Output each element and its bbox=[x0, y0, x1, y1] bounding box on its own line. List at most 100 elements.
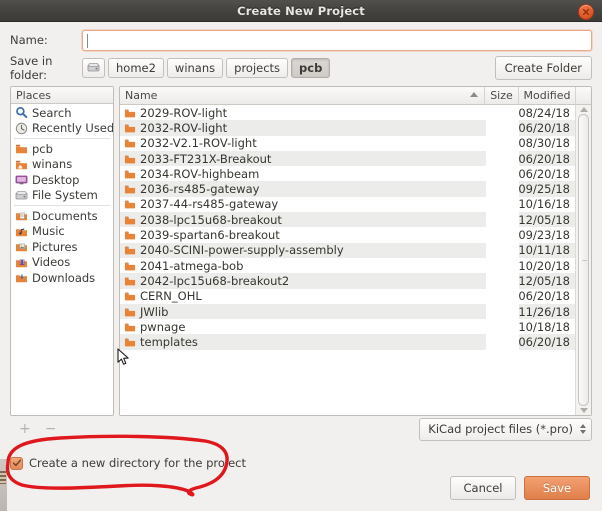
table-row[interactable]: 2040-SCINI-power-supply-assembly 10/11/18 bbox=[120, 242, 575, 258]
table-row[interactable]: 2037-44-rs485-gateway 10/16/18 bbox=[120, 196, 575, 213]
file-name-cell: templates bbox=[120, 335, 486, 349]
table-row[interactable]: CERN_OHL 06/20/18 bbox=[120, 288, 575, 304]
file-name-cell: pwnage bbox=[120, 320, 486, 334]
file-rows-container: 2029-ROV-light 08/24/18 2032-ROV-light 06/2… bbox=[120, 105, 575, 415]
file-list-header: Name Size Modified bbox=[120, 87, 591, 105]
file-modified-cell: 06/20/18 bbox=[518, 120, 570, 135]
dialog-body: Name: Save in folder: home2 winans proje… bbox=[0, 22, 602, 511]
file-type-filter-dropdown[interactable]: KiCad project files (*.pro) bbox=[419, 417, 592, 441]
table-row[interactable]: 2042-lpc15u68-breakout2 12/05/18 bbox=[120, 273, 575, 289]
folder-icon bbox=[124, 277, 136, 286]
sidebar-item-desktop[interactable]: Desktop bbox=[11, 172, 113, 188]
sidebar-item-label: winans bbox=[32, 157, 73, 172]
sidebar-item-pictures[interactable]: Pictures bbox=[11, 239, 113, 255]
file-modified-cell: 06/20/18 bbox=[518, 289, 570, 304]
desktop-background-strip bbox=[0, 459, 7, 511]
file-name-label: 2032-ROV-light bbox=[140, 120, 228, 135]
sidebar-item-winans[interactable]: winans bbox=[11, 157, 113, 173]
save-in-folder-row: Save in folder: home2 winans projects pc… bbox=[0, 49, 602, 82]
sidebar-item-search[interactable]: Search bbox=[11, 105, 113, 121]
cancel-button[interactable]: Cancel bbox=[450, 476, 516, 500]
file-modified-cell: 09/23/18 bbox=[518, 228, 570, 243]
close-icon[interactable] bbox=[578, 4, 594, 20]
add-bookmark-button[interactable]: + bbox=[19, 422, 31, 436]
table-row[interactable]: 2032-ROV-light 06/20/18 bbox=[120, 120, 575, 136]
file-name-label: 2032-V2.1-ROV-light bbox=[140, 136, 257, 151]
breadcrumb-item-projects[interactable]: projects bbox=[226, 57, 289, 78]
scrollbar-thumb[interactable] bbox=[578, 114, 589, 406]
file-name-cell: CERN_OHL bbox=[120, 289, 486, 303]
file-name-label: 2029-ROV-light bbox=[140, 105, 228, 120]
search-icon bbox=[16, 107, 28, 119]
sidebar-item-music[interactable]: Music bbox=[11, 224, 113, 240]
scrollbar-track[interactable] bbox=[578, 114, 589, 406]
sidebar-item-documents[interactable]: Documents bbox=[11, 208, 113, 224]
file-size-cell bbox=[486, 242, 519, 258]
name-label: Name: bbox=[10, 33, 48, 47]
window-title: Create New Project bbox=[237, 3, 365, 18]
table-row[interactable]: 2032-V2.1-ROV-light 08/30/18 bbox=[120, 135, 575, 151]
sidebar-item-recently-used[interactable]: Recently Used bbox=[11, 121, 113, 137]
folder-icon bbox=[124, 170, 136, 179]
close-glyph bbox=[582, 8, 590, 16]
sidebar-item-pcb[interactable]: pcb bbox=[11, 141, 113, 157]
column-header-name[interactable]: Name bbox=[120, 87, 484, 104]
save-button[interactable]: Save bbox=[524, 476, 590, 500]
file-name-cell: 2039-spartan6-breakout bbox=[120, 228, 486, 242]
file-name-label: CERN_OHL bbox=[140, 289, 202, 304]
column-header-modified[interactable]: Modified bbox=[518, 87, 575, 104]
column-header-size[interactable]: Size bbox=[484, 87, 518, 104]
places-sidebar: Places Search Recently Used pcb winans D… bbox=[10, 86, 114, 416]
browser-panes: Places Search Recently Used pcb winans D… bbox=[10, 86, 592, 416]
folder-icon bbox=[124, 308, 136, 316]
folder-icon bbox=[124, 139, 136, 148]
create-folder-button[interactable]: Create Folder bbox=[494, 55, 592, 80]
file-size-cell bbox=[486, 181, 519, 197]
table-row[interactable]: 2041-atmega-bob 10/20/18 bbox=[120, 257, 575, 274]
sidebar-item-label: File System bbox=[32, 188, 98, 203]
file-name-cell: 2040-SCINI-power-supply-assembly bbox=[120, 243, 486, 257]
file-list-scrollbar[interactable] bbox=[575, 105, 591, 415]
file-size-cell bbox=[486, 105, 519, 121]
breadcrumb-item-winans[interactable]: winans bbox=[166, 57, 224, 78]
name-input[interactable] bbox=[82, 29, 592, 51]
sidebar-item-downloads[interactable]: Downloads bbox=[11, 270, 113, 286]
downloads-icon bbox=[16, 274, 27, 283]
scroll-down-icon[interactable] bbox=[579, 408, 588, 413]
table-row[interactable]: 2029-ROV-light 08/24/18 bbox=[120, 105, 575, 121]
table-row[interactable]: 2039-spartan6-breakout 09/23/18 bbox=[120, 227, 575, 243]
file-name-cell: 2037-44-rs485-gateway bbox=[120, 197, 486, 211]
file-name-cell: JWlib bbox=[120, 305, 486, 319]
table-row[interactable]: 2034-ROV-highbeam 06/20/18 bbox=[120, 166, 575, 182]
create-directory-option-row: Create a new directory for the project bbox=[0, 450, 602, 476]
file-name-cell: 2041-atmega-bob bbox=[120, 259, 486, 273]
table-row[interactable]: 2036-rs485-gateway 09/25/18 bbox=[120, 181, 575, 197]
file-size-cell bbox=[486, 288, 519, 304]
folder-icon bbox=[124, 185, 136, 194]
file-modified-cell: 08/30/18 bbox=[518, 136, 570, 151]
table-row[interactable]: JWlib 11/26/18 bbox=[120, 303, 575, 320]
scroll-up-icon[interactable] bbox=[579, 107, 588, 112]
table-row[interactable]: pwnage 10/18/18 bbox=[120, 319, 575, 335]
table-row[interactable]: 2033-FT231X-Breakout 06/20/18 bbox=[120, 150, 575, 167]
breadcrumb-item-pcb[interactable]: pcb bbox=[291, 57, 331, 78]
file-name-cell: 2029-ROV-light bbox=[120, 106, 486, 120]
file-name-cell: 2038-lpc15u68-breakout bbox=[120, 213, 486, 227]
file-name-label: 2036-rs485-gateway bbox=[140, 182, 260, 197]
table-row[interactable]: 2038-lpc15u68-breakout 12/05/18 bbox=[120, 212, 575, 228]
sidebar-item-file-system[interactable]: File System bbox=[11, 188, 113, 204]
create-directory-checkbox[interactable] bbox=[10, 456, 23, 470]
breadcrumb-item-home2[interactable]: home2 bbox=[108, 57, 164, 78]
dialog-action-bar: Cancel Save bbox=[0, 476, 602, 511]
remove-bookmark-button[interactable]: − bbox=[45, 422, 57, 436]
sidebar-item-videos[interactable]: Videos bbox=[11, 255, 113, 271]
create-directory-label: Create a new directory for the project bbox=[29, 456, 247, 470]
folder-icon bbox=[124, 109, 136, 118]
table-row[interactable]: templates 06/20/18 bbox=[120, 334, 575, 350]
breadcrumb-drive-button[interactable] bbox=[82, 57, 105, 78]
folder-icon bbox=[124, 262, 136, 271]
home-folder-icon bbox=[16, 160, 27, 170]
folder-icon bbox=[124, 246, 136, 255]
text-caret bbox=[87, 33, 88, 48]
file-modified-cell: 06/20/18 bbox=[518, 335, 570, 350]
